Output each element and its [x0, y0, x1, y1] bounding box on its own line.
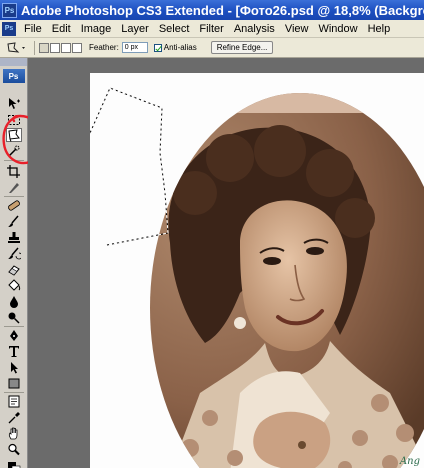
- menu-help[interactable]: Help: [363, 23, 396, 35]
- dodge-icon: [8, 312, 20, 324]
- refine-edge-label: Refine Edge...: [216, 43, 268, 52]
- bandage-icon: [8, 199, 20, 211]
- marquee-tool[interactable]: [6, 113, 22, 127]
- move-tool[interactable]: [6, 96, 22, 110]
- crop-icon: [7, 164, 20, 178]
- rectangle-tool[interactable]: [6, 376, 22, 390]
- refine-edge-button[interactable]: Refine Edge...: [210, 41, 274, 54]
- history-brush-icon: [8, 247, 21, 259]
- toolbox-separator: [4, 392, 24, 393]
- polygonal-lasso-icon: [7, 41, 25, 53]
- toolbox-grip[interactable]: [0, 58, 27, 66]
- canvas-area[interactable]: Ang: [28, 58, 424, 468]
- bucket-icon: [8, 278, 21, 291]
- feather-label: Feather:: [89, 43, 119, 52]
- stamp-icon: [8, 231, 20, 243]
- polygonal-lasso-tool-icon: [8, 128, 20, 142]
- dodge-tool[interactable]: [6, 310, 22, 324]
- quick-selection-tool[interactable]: [6, 144, 22, 158]
- blur-tool[interactable]: [6, 294, 22, 308]
- eraser-icon: [8, 264, 20, 276]
- menu-image[interactable]: Image: [76, 23, 117, 35]
- toolbox-separator: [4, 326, 24, 327]
- healing-brush-tool[interactable]: [6, 198, 22, 212]
- color-swatch-icon: [8, 461, 21, 468]
- photoshop-app-icon: Ps: [2, 2, 17, 18]
- menu-analysis[interactable]: Analysis: [229, 23, 280, 35]
- drop-icon: [10, 295, 18, 308]
- toolbox-separator: [4, 196, 24, 197]
- eraser-tool[interactable]: [6, 262, 22, 276]
- rectangle-icon: [8, 378, 20, 388]
- brush-icon: [8, 215, 19, 227]
- notes-icon: [8, 395, 20, 407]
- pen-tool[interactable]: [6, 328, 22, 342]
- eyedropper-tool-top[interactable]: [6, 180, 22, 194]
- antialias-checkbox[interactable]: [153, 43, 162, 52]
- hand-icon: [8, 427, 18, 439]
- zoom-tool[interactable]: [6, 442, 22, 456]
- slice-icon: [9, 182, 19, 193]
- menu-window[interactable]: Window: [313, 23, 362, 35]
- new-selection-button[interactable]: [39, 42, 49, 53]
- type-icon: [9, 345, 19, 357]
- menu-bar: Ps File Edit Image Layer Select Filter A…: [0, 20, 424, 38]
- intersect-selection-button[interactable]: [72, 42, 82, 53]
- photo-oval-portrait: [90, 87, 424, 468]
- title-bar: Ps Adobe Photoshop CS3 Extended - [Фото2…: [0, 0, 424, 20]
- foreground-color-swatch[interactable]: [6, 460, 22, 468]
- eyedropper-icon: [8, 411, 20, 423]
- path-selection-tool[interactable]: [6, 360, 22, 374]
- notes-tool[interactable]: [6, 394, 22, 408]
- brush-tool[interactable]: [6, 214, 22, 228]
- document-canvas[interactable]: Ang: [90, 73, 424, 468]
- toolbox-separator: [4, 160, 24, 161]
- subtract-from-selection-button[interactable]: [61, 42, 71, 53]
- add-to-selection-button[interactable]: [50, 42, 60, 53]
- feather-value: 0 px: [124, 44, 139, 51]
- options-separator: [34, 40, 35, 55]
- watermark: Ang: [399, 456, 420, 467]
- menu-file[interactable]: File: [19, 23, 47, 35]
- menu-filter[interactable]: Filter: [194, 23, 228, 35]
- hand-tool[interactable]: [6, 426, 22, 440]
- tool-preset-picker[interactable]: [4, 40, 30, 56]
- quick-selection-icon: [8, 145, 20, 157]
- feather-input[interactable]: 0 px: [121, 42, 148, 53]
- photoshop-menu-icon[interactable]: Ps: [2, 21, 16, 36]
- antialias-label: Anti-alias: [163, 43, 197, 52]
- type-tool[interactable]: [6, 344, 22, 358]
- menu-layer[interactable]: Layer: [116, 23, 154, 35]
- polygonal-lasso-tool[interactable]: [6, 128, 22, 142]
- clone-stamp-tool[interactable]: [6, 230, 22, 244]
- pen-icon: [10, 329, 18, 341]
- paint-bucket-tool[interactable]: [6, 278, 22, 292]
- move-icon: [9, 97, 20, 109]
- magnifier-icon: [8, 443, 20, 455]
- window-title: Adobe Photoshop CS3 Extended - [Фото26.p…: [21, 2, 424, 18]
- menu-edit[interactable]: Edit: [47, 23, 76, 35]
- crop-tool[interactable]: [6, 164, 22, 178]
- path-selection-icon: [11, 361, 18, 373]
- menu-view[interactable]: View: [280, 23, 314, 35]
- toolbox: Ps: [0, 58, 28, 468]
- history-brush-tool[interactable]: [6, 246, 22, 260]
- menu-select[interactable]: Select: [154, 23, 195, 35]
- marquee-icon: [8, 114, 20, 125]
- options-bar: Feather: 0 px Anti-alias Refine Edge...: [0, 38, 424, 58]
- eyedropper-tool[interactable]: [6, 410, 22, 424]
- toolbox-logo: Ps: [2, 69, 25, 83]
